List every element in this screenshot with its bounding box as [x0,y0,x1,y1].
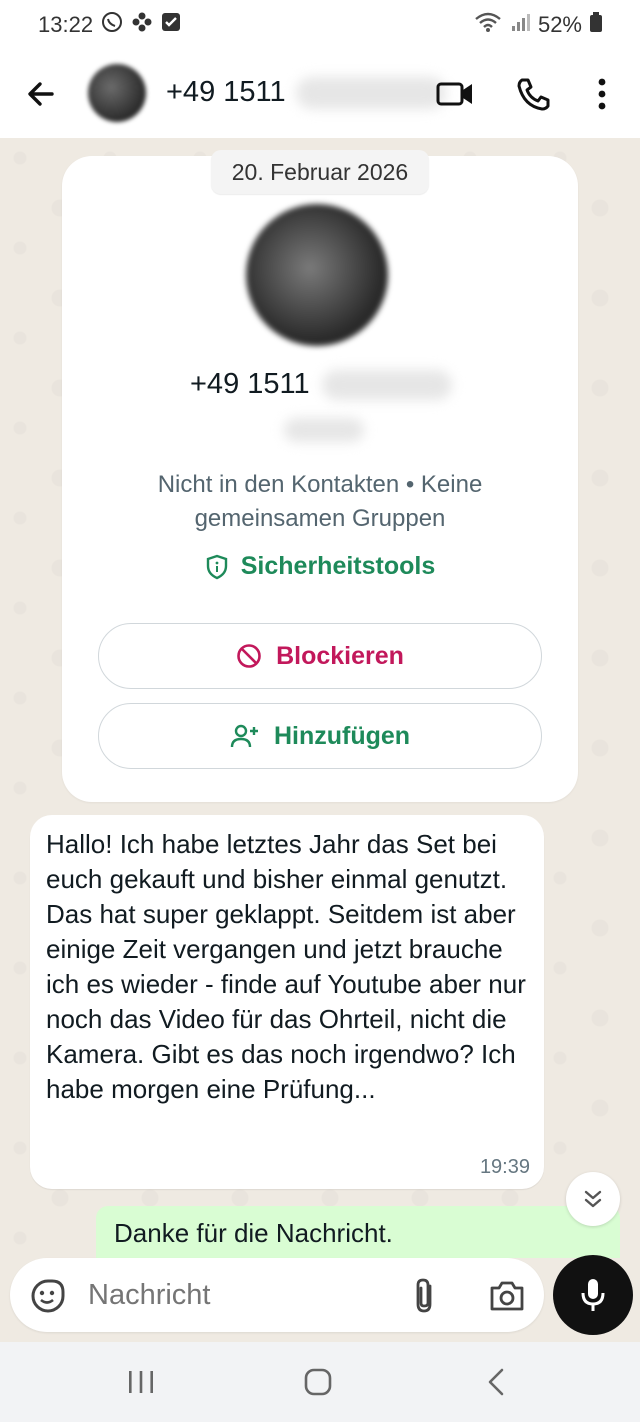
video-call-button[interactable] [436,76,476,112]
chat-header: +49 1511 [0,50,640,138]
back-chevron-icon [488,1368,504,1396]
signal-icon [510,12,530,38]
recents-button[interactable] [126,1368,156,1396]
home-button[interactable] [302,1366,334,1398]
card-contact-number: +49 1511 [190,368,452,401]
battery-percent: 52% [537,12,582,37]
contact-profile-picture[interactable] [246,204,388,346]
message-time: 19:39 [479,1156,530,1178]
wifi-icon [474,11,502,39]
video-call-icon [436,82,472,106]
shield-icon [206,554,227,579]
checkbox-icon [161,12,181,38]
double-chevron-down-icon [584,1190,602,1208]
back-arrow-icon [28,82,54,106]
outgoing-message[interactable]: Danke für die Nachricht. [96,1206,620,1258]
paperclip-icon [416,1278,432,1313]
whatsapp-icon [101,11,123,39]
phone-icon [517,78,550,111]
status-time: 13:22 [38,12,94,37]
sticker-button[interactable] [30,1278,66,1314]
scroll-to-bottom-button[interactable] [566,1172,620,1226]
status-bar: 13:22 52% [0,0,640,50]
contact-info-card: +49 1511 Nicht in den Kontakten • Keine … [62,156,578,802]
block-button[interactable]: Blockieren [98,623,542,689]
voice-message-button[interactable] [553,1255,633,1335]
card-number-text: +49 1511 [190,368,310,400]
redacted-number-part [295,76,446,109]
camera-icon [490,1281,524,1311]
recents-icon [129,1371,153,1393]
system-navigation-bar [0,1342,640,1422]
add-contact-button[interactable]: Hinzufügen [98,703,542,769]
redacted-subtitle [284,418,364,442]
message-composer [10,1258,544,1332]
flower-icon [131,11,153,39]
add-person-icon [230,724,258,748]
redacted-number-part [321,369,452,400]
safety-tools-link[interactable]: Sicherheitstools [62,552,578,581]
back-button[interactable] [22,74,62,114]
safety-tools-label: Sicherheitstools [240,552,436,580]
battery-icon [590,12,602,38]
message-text: Hallo! Ich habe letztes Jahr das Set bei… [46,829,526,1104]
contact-avatar[interactable] [88,64,146,122]
message-input[interactable] [88,1276,388,1314]
incoming-message[interactable]: Hallo! Ich habe letztes Jahr das Set bei… [30,815,544,1189]
block-label: Blockieren [276,641,404,670]
attach-button[interactable] [410,1276,440,1316]
block-icon [237,644,261,668]
more-options-button[interactable] [590,76,614,112]
voice-call-button[interactable] [514,76,554,112]
camera-button[interactable] [488,1278,526,1314]
sticker-icon [31,1279,65,1313]
date-separator: 20. Februar 2026 [211,150,429,194]
contact-status-info: Nicht in den Kontakten • Keine gemeinsam… [157,471,483,532]
more-vertical-icon [598,78,606,110]
microphone-icon [581,1279,605,1311]
system-back-button[interactable] [484,1366,508,1398]
message-text: Danke für die Nachricht. [114,1218,393,1248]
contact-title[interactable]: +49 1511 [166,76,446,109]
contact-number: +49 1511 [166,76,286,108]
add-label: Hinzufügen [273,721,411,750]
home-icon [304,1368,332,1396]
